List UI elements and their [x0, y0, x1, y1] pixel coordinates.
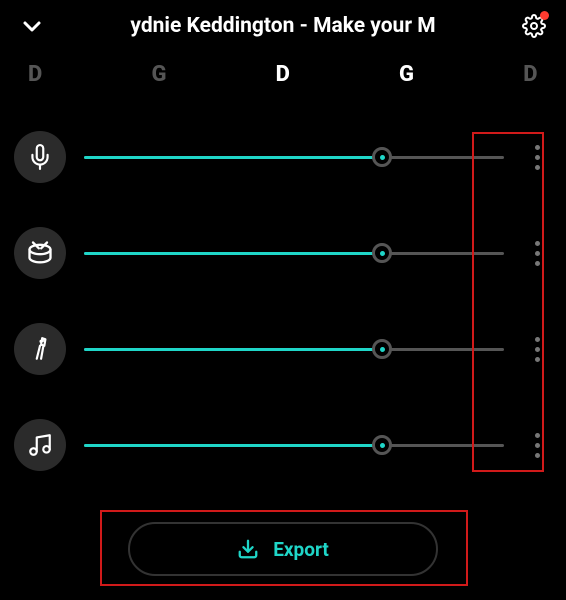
chord-label: D [276, 62, 291, 87]
chord-label: D [523, 62, 538, 87]
guitar-icon [27, 336, 53, 362]
slider-thumb[interactable] [372, 147, 392, 167]
mic-icon [27, 144, 53, 170]
track-icon-other[interactable] [14, 419, 66, 471]
slider-fill [84, 156, 382, 159]
volume-slider-other[interactable] [84, 435, 504, 455]
header: ydnie Keddington - Make your M [0, 0, 566, 48]
chord-label: G [151, 62, 167, 87]
chord-label: G [399, 62, 415, 87]
collapse-button[interactable] [18, 12, 46, 40]
track-more-bass[interactable] [522, 329, 552, 369]
slider-thumb[interactable] [372, 339, 392, 359]
slider-fill [84, 444, 382, 447]
track-icon-bass[interactable] [14, 323, 66, 375]
chevron-down-icon [20, 14, 44, 38]
more-vertical-icon [535, 145, 540, 170]
chord-label: D [28, 62, 43, 87]
chord-strip: DGDGD [0, 48, 566, 95]
settings-button[interactable] [520, 12, 548, 40]
track-row-drums [14, 227, 552, 279]
volume-slider-vocals[interactable] [84, 147, 504, 167]
export-label: Export [273, 538, 329, 561]
slider-thumb[interactable] [372, 435, 392, 455]
track-more-vocals[interactable] [522, 137, 552, 177]
song-title: ydnie Keddington - Make your M [58, 14, 508, 38]
track-more-other[interactable] [522, 425, 552, 465]
track-row-other [14, 419, 552, 471]
track-icon-drums[interactable] [14, 227, 66, 279]
drum-icon [26, 239, 54, 267]
notification-dot [540, 11, 549, 20]
more-vertical-icon [535, 241, 540, 266]
download-icon [237, 538, 259, 560]
volume-slider-drums[interactable] [84, 243, 504, 263]
music-icon [27, 432, 53, 458]
more-vertical-icon [535, 433, 540, 458]
slider-thumb[interactable] [372, 243, 392, 263]
track-mixer [0, 95, 566, 471]
slider-fill [84, 348, 382, 351]
slider-fill [84, 252, 382, 255]
track-more-drums[interactable] [522, 233, 552, 273]
track-row-bass [14, 323, 552, 375]
track-icon-vocals[interactable] [14, 131, 66, 183]
export-button[interactable]: Export [128, 522, 438, 576]
more-vertical-icon [535, 337, 540, 362]
volume-slider-bass[interactable] [84, 339, 504, 359]
track-row-vocals [14, 131, 552, 183]
